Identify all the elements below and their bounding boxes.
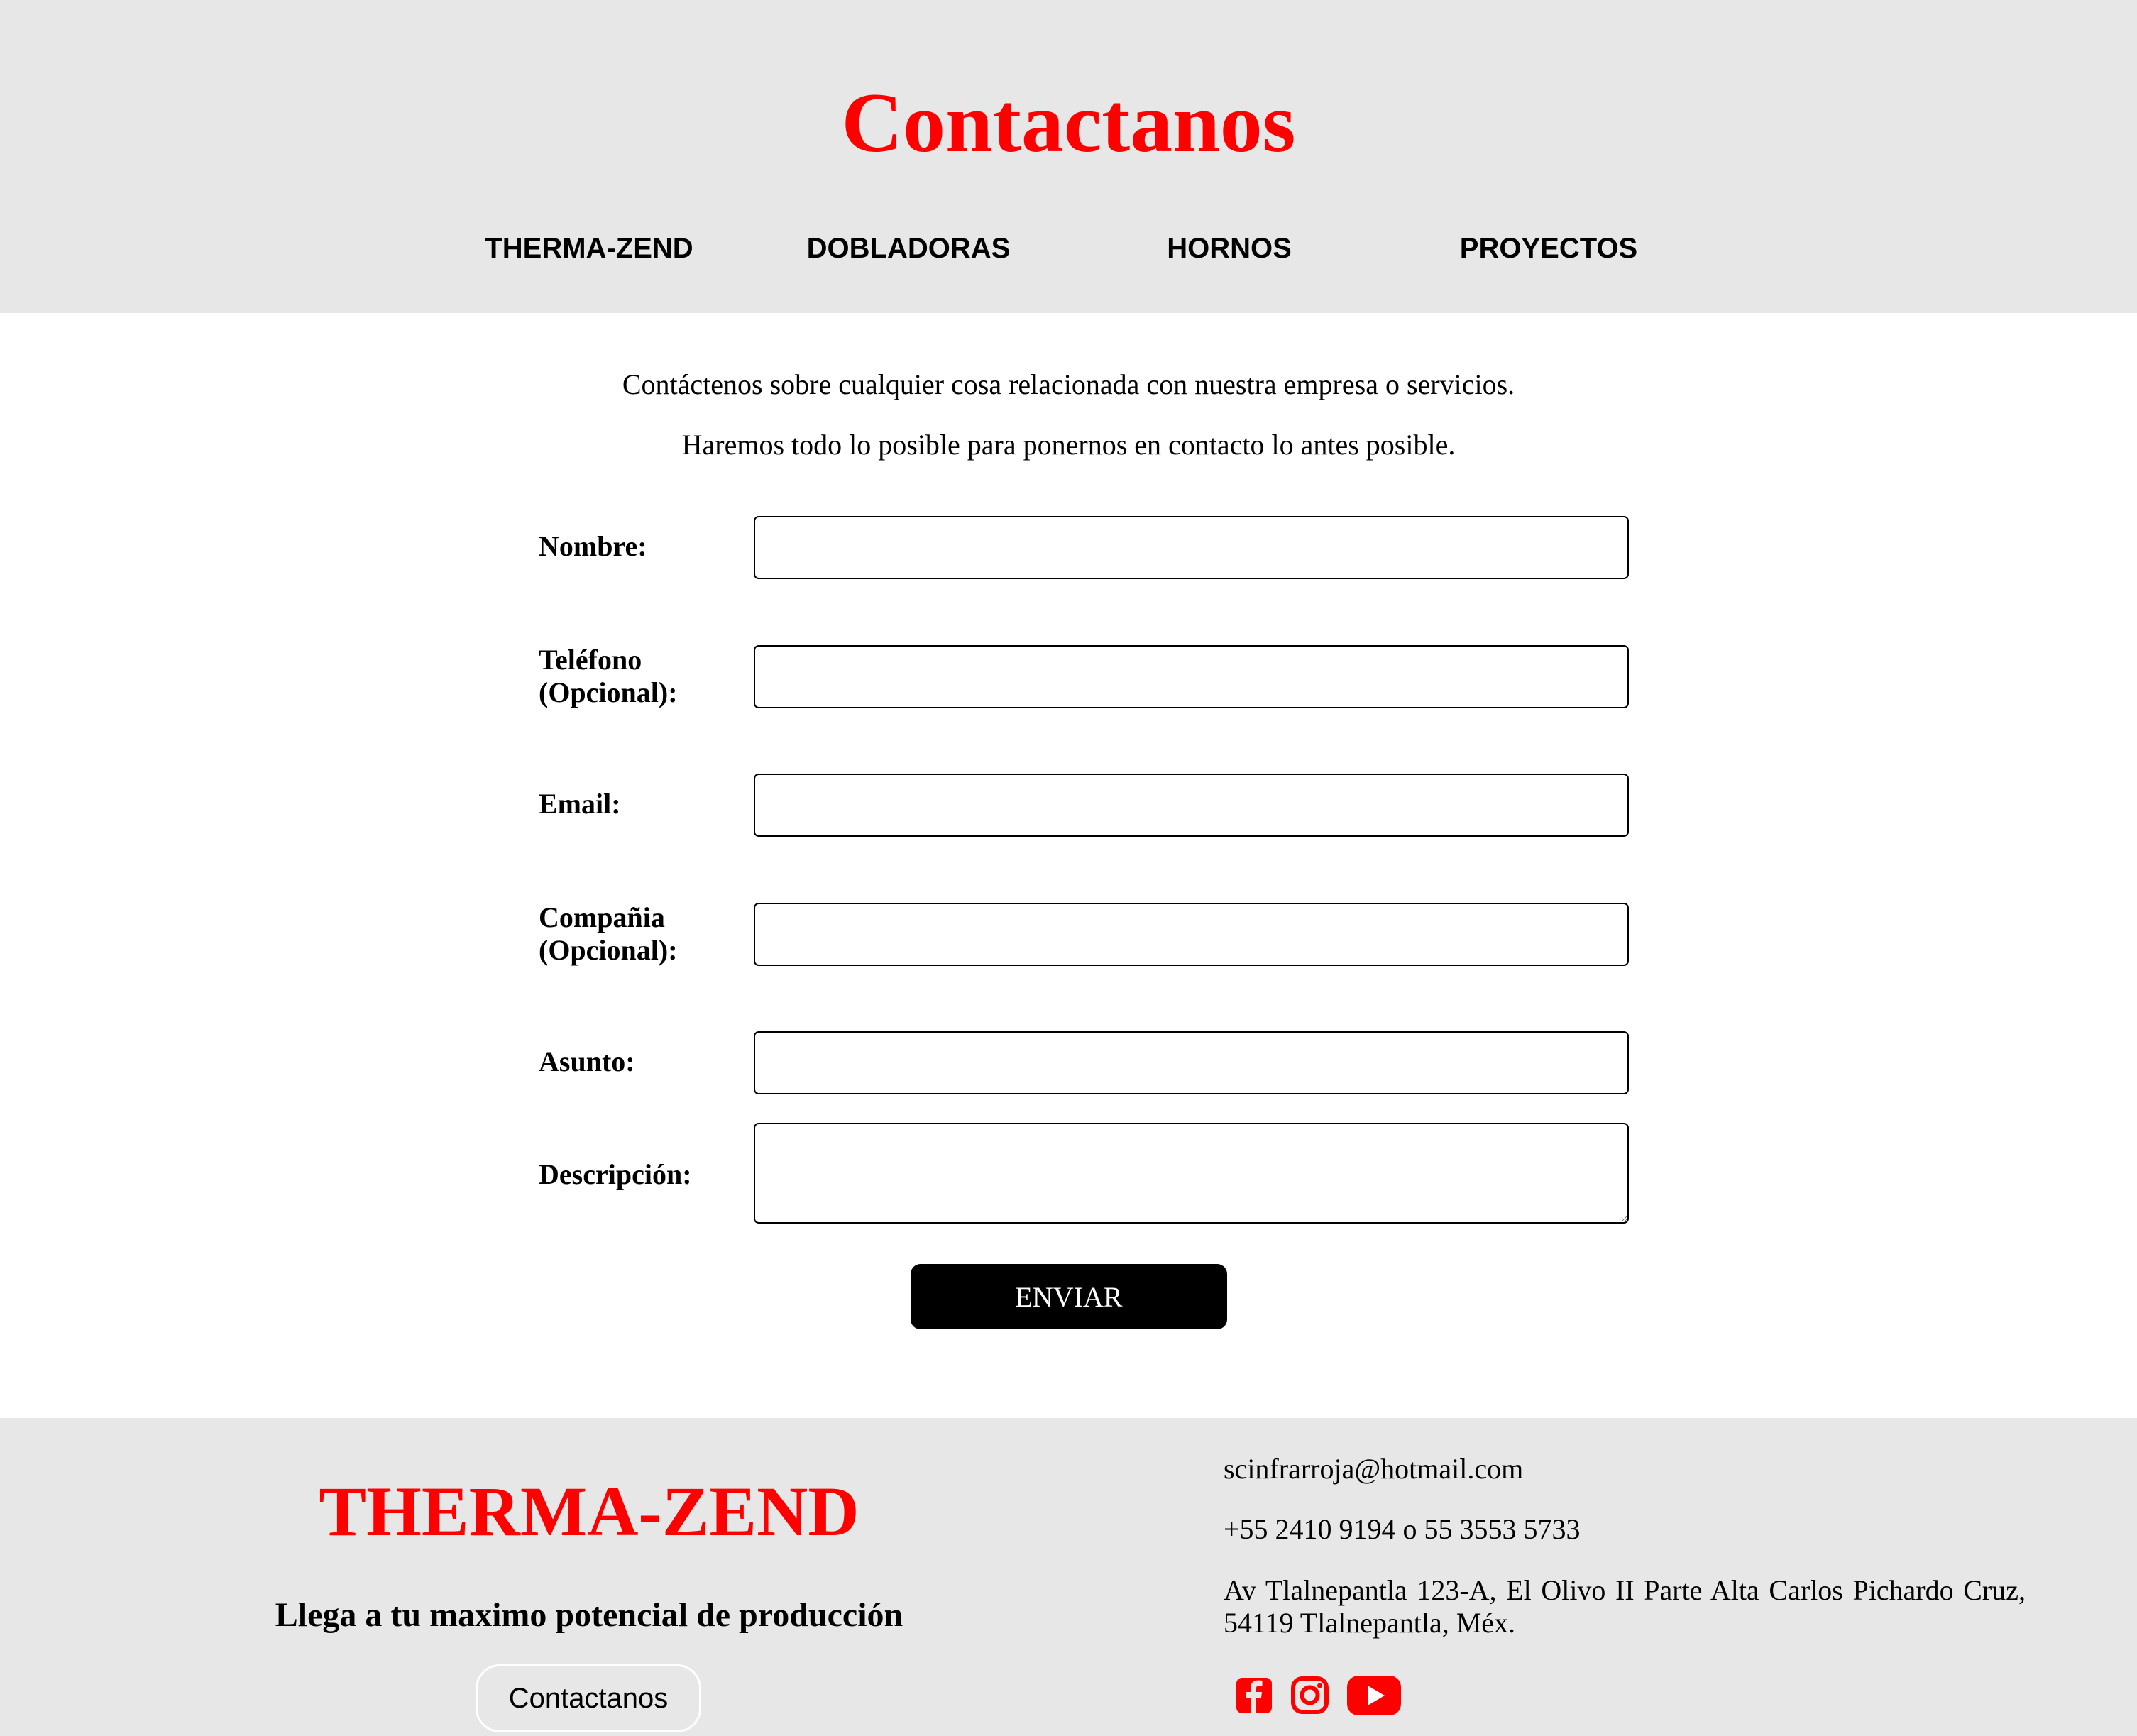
nav-dobladoras[interactable]: DOBLADORAS — [781, 227, 1036, 270]
telefono-input[interactable] — [754, 645, 1629, 708]
nav-hornos[interactable]: HORNOS — [1102, 227, 1357, 270]
intro-text-secondary: Haremos todo lo posible para ponernos en… — [681, 429, 1456, 461]
facebook-icon[interactable] — [1228, 1674, 1280, 1718]
youtube-icon[interactable] — [1346, 1674, 1402, 1718]
compania-input[interactable] — [754, 903, 1629, 966]
email-field[interactable] — [754, 774, 1629, 837]
nav-proyectos[interactable]: PROYECTOS — [1421, 227, 1676, 270]
compania-label-line1: Compañia — [539, 901, 665, 933]
asunto-label: Asunto: — [539, 1045, 635, 1077]
telefono-label-line2: (Opcional): — [539, 676, 678, 708]
nombre-input[interactable] — [754, 516, 1629, 579]
page-title: Contactanos — [841, 75, 1296, 170]
asunto-input[interactable] — [754, 1031, 1629, 1094]
footer-email-link[interactable]: scinfrarroja@hotmail.com — [1224, 1453, 1523, 1485]
nombre-label: Nombre: — [539, 530, 647, 562]
footer-tagline: Llega a tu maximo potencial de producció… — [275, 1596, 903, 1634]
intro-text: Contáctenos sobre cualquier cosa relacio… — [622, 368, 1515, 400]
nav-therma-zend[interactable]: THERMA-ZEND — [461, 227, 717, 270]
compania-label: Compañia (Opcional): — [539, 901, 678, 967]
descripcion-label: Descripción: — [539, 1158, 692, 1190]
compania-label-line2: (Opcional): — [539, 934, 678, 966]
footer-contact-button[interactable]: Contactanos — [476, 1664, 701, 1732]
telefono-label: Teléfono (Opcional): — [539, 644, 678, 709]
footer-brand: THERMA-ZEND — [319, 1472, 859, 1551]
enviar-button[interactable]: ENVIAR — [911, 1264, 1227, 1329]
instagram-icon[interactable] — [1283, 1674, 1336, 1718]
email-label: Email: — [539, 788, 621, 820]
telefono-label-line1: Teléfono — [539, 644, 642, 676]
descripcion-textarea[interactable] — [754, 1123, 1629, 1224]
footer-address: Av Tlalnepantla 123-A, El Olivo II Parte… — [1224, 1574, 2026, 1639]
footer-phone: +55 2410 9194 o 55 3553 5733 — [1224, 1513, 1581, 1545]
